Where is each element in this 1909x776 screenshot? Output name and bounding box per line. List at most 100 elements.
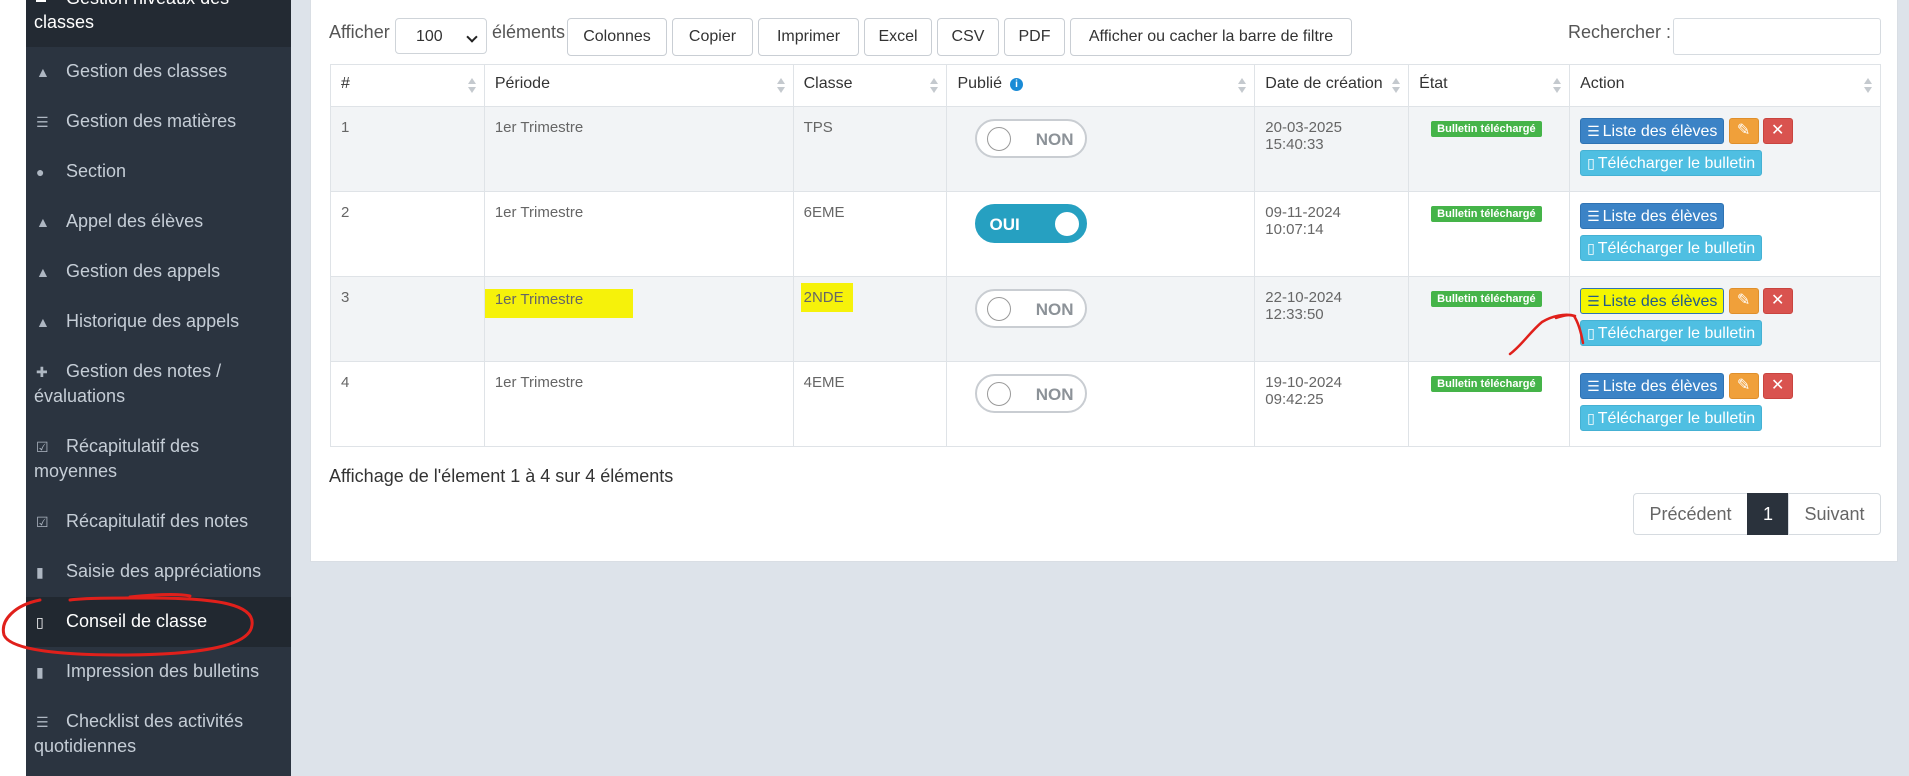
table-row: 2 1er Trimestre 6EME OUI 09-11-2024 10:07… <box>330 191 1881 277</box>
col-label: # <box>341 75 350 92</box>
sidebar-item-gestion-appels[interactable]: ▲ Gestion des appels <box>26 259 291 284</box>
pdf-button[interactable]: PDF <box>1004 18 1065 56</box>
sidebar-item-label: Récapitulatif des notes <box>66 511 249 531</box>
delete-button[interactable]: ✕ <box>1762 288 1793 314</box>
sort-icon <box>467 78 476 94</box>
student-list-button[interactable]: ☰ Liste des élèves <box>1580 288 1725 314</box>
highlighted-classe: 2NDE <box>800 283 853 312</box>
page-1-button[interactable]: 1 <box>1747 493 1789 535</box>
col-header-periode[interactable]: Période <box>483 64 794 107</box>
button-label: Télécharger le bulletin <box>1597 410 1756 427</box>
list-icon: ☰ <box>1587 293 1600 309</box>
toggle-filter-button[interactable]: Afficher ou cacher la barre de filtre <box>1070 18 1352 56</box>
sidebar-item-historique-appels[interactable]: ▲ Historique des appels <box>26 309 291 334</box>
student-list-button[interactable]: ☰ Liste des élèves <box>1580 203 1725 229</box>
file-icon: ▯ <box>1587 410 1595 426</box>
cell-etat: Bulletin téléchargé <box>1408 191 1571 277</box>
sidebar-item-notes[interactable]: ✚ Gestion des notes / évaluations <box>26 359 291 409</box>
student-list-button[interactable]: ☰ Liste des élèves <box>1580 373 1725 399</box>
edit-button[interactable]: ✎ <box>1728 118 1759 144</box>
sitemap-icon: ▲ <box>36 64 50 80</box>
sidebar-item-classes[interactable]: ▲ Gestion des classes <box>26 59 291 84</box>
sidebar-item-label-line2: quotidiennes <box>34 736 137 756</box>
delete-button[interactable]: ✕ <box>1762 373 1793 399</box>
col-label: Période <box>494 75 550 92</box>
cell-etat: Bulletin téléchargé <box>1408 276 1571 362</box>
publish-toggle[interactable]: NON <box>975 289 1088 328</box>
sidebar-item-conseil-classe[interactable]: ▯ Conseil de classe <box>26 597 291 647</box>
file-icon: ▯ <box>1587 155 1595 171</box>
classroom-icon: ▲ <box>36 214 50 230</box>
search-input[interactable] <box>1673 18 1881 55</box>
sidebar-item-label: Section <box>66 161 127 181</box>
col-label: Action <box>1580 75 1625 92</box>
page-size-select[interactable]: 100 <box>395 18 487 54</box>
table-header-row: # Période Classe Publié i Date de créatio… <box>330 64 1881 107</box>
csv-button[interactable]: CSV <box>937 18 999 56</box>
edit-button[interactable]: ✎ <box>1728 288 1759 314</box>
cell-num: 2 <box>330 191 485 277</box>
sidebar-item-matieres[interactable]: ☰ Gestion des matières <box>26 109 291 134</box>
list-icon: ☰ <box>1587 123 1600 139</box>
sidebar-item-appreciations[interactable]: ▮ Saisie des appréciations <box>26 559 291 584</box>
sidebar-item-recap-notes[interactable]: ☑ Récapitulatif des notes <box>26 509 291 534</box>
chevron-down-icon <box>466 31 478 43</box>
edit-icon: ✎ <box>1736 292 1751 309</box>
col-header-classe[interactable]: Classe <box>792 64 948 107</box>
cell-date: 22-10-2024 12:33:50 <box>1254 276 1410 362</box>
trash-icon: ✕ <box>1771 292 1785 309</box>
sidebar-item-impression-bulletins[interactable]: ▮ Impression des bulletins <box>26 659 291 684</box>
print-button[interactable]: Imprimer <box>758 18 859 56</box>
sidebar-item-checklist[interactable]: ☰ Checklist des activités quotidiennes <box>26 709 291 759</box>
edit-button[interactable]: ✎ <box>1728 373 1759 399</box>
excel-button[interactable]: Excel <box>864 18 932 56</box>
download-bulletin-button[interactable]: ▯ Télécharger le bulletin <box>1580 320 1763 346</box>
sidebar-item-label-line2: évaluations <box>34 386 126 406</box>
show-label: Afficher <box>329 22 390 42</box>
sidebar-header-line2: classes <box>34 12 95 32</box>
sidebar-item-appel-eleves[interactable]: ▲ Appel des élèves <box>26 209 291 234</box>
cell-classe: 6EME <box>792 191 948 277</box>
publish-toggle[interactable]: OUI <box>975 204 1088 243</box>
sidebar-item-label-line2: moyennes <box>34 461 118 481</box>
sidebar-item-label: Appel des élèves <box>66 211 204 231</box>
columns-button[interactable]: Colonnes <box>567 18 667 56</box>
download-bulletin-button[interactable]: ▯ Télécharger le bulletin <box>1580 150 1763 176</box>
download-bulletin-button[interactable]: ▯ Télécharger le bulletin <box>1580 235 1763 261</box>
edit-icon: ✎ <box>1736 122 1751 139</box>
info-icon[interactable]: i <box>1009 78 1023 91</box>
time-value: 12:33:50 <box>1265 306 1324 323</box>
sidebar-item-section[interactable]: ● Section <box>26 159 291 184</box>
cell-action: ☰ Liste des élèves ✎ ✕ ▯ Télécharger le bu… <box>1569 276 1881 362</box>
users-icon: ● <box>36 164 45 180</box>
publish-toggle[interactable]: NON <box>975 374 1088 413</box>
prev-page-button[interactable]: Précédent <box>1633 493 1748 535</box>
col-header-publie[interactable]: Publié i <box>946 64 1256 107</box>
col-header-action[interactable]: Action <box>1569 64 1881 107</box>
button-label: Liste des élèves <box>1602 123 1718 140</box>
file-icon: ▯ <box>1587 240 1595 256</box>
table-row: 3 1er Trimestre 2NDE NON 22-10-2024 12:33… <box>330 276 1881 362</box>
arrow-icon <box>36 0 46 2</box>
sidebar-item-recap-moyennes[interactable]: ☑ Récapitulatif des moyennes <box>26 434 291 484</box>
sidebar-item-niveaux[interactable]: Gestion niveaux des classes <box>26 0 291 47</box>
cell-date: 09-11-2024 10:07:14 <box>1254 191 1410 277</box>
cell-action: ☰ Liste des élèves ▯ Télécharger le bullet… <box>1569 191 1881 277</box>
student-list-button[interactable]: ☰ Liste des élèves <box>1580 118 1725 144</box>
page-size-value: 100 <box>416 28 443 45</box>
next-page-button[interactable]: Suivant <box>1788 493 1881 535</box>
delete-button[interactable]: ✕ <box>1762 118 1793 144</box>
file-icon: ▮ <box>36 664 44 680</box>
publish-toggle[interactable]: NON <box>975 119 1088 158</box>
col-header-num[interactable]: # <box>330 64 485 107</box>
cell-action: ☰ Liste des élèves ✎ ✕ ▯ Télécharger le bu… <box>1569 361 1881 447</box>
stack-icon: ☰ <box>36 114 49 130</box>
download-bulletin-button[interactable]: ▯ Télécharger le bulletin <box>1580 405 1763 431</box>
sidebar-item-label: Récapitulatif des <box>66 436 200 456</box>
table-row: 1 1er Trimestre TPS NON 20-03-2025 15:40:… <box>330 106 1881 192</box>
sort-icon <box>1392 78 1401 94</box>
col-header-date[interactable]: Date de création <box>1254 64 1410 107</box>
copy-button[interactable]: Copier <box>672 18 753 56</box>
col-header-etat[interactable]: État <box>1408 64 1571 107</box>
time-value: 10:07:14 <box>1265 221 1324 238</box>
